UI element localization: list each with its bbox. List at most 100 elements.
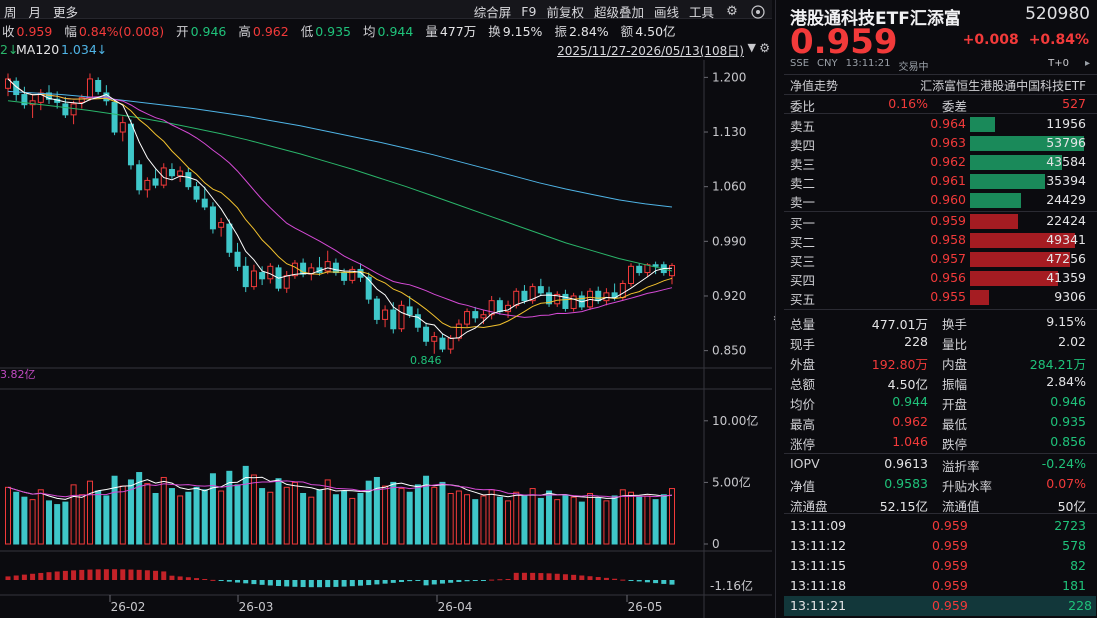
macd-bar: [71, 570, 77, 580]
macd-bar: [521, 572, 527, 580]
macd-bar: [456, 580, 462, 582]
toolbar-button-1[interactable]: F9: [521, 4, 536, 19]
stat-value: 2.02: [1058, 334, 1086, 349]
volume-bar: [250, 474, 257, 545]
period-tab-0[interactable]: 周: [4, 2, 17, 21]
range-dropdown-icon[interactable]: ▼: [748, 41, 756, 54]
quote-label: 振: [554, 23, 567, 39]
bid-volume-bar: [970, 290, 990, 305]
chart-area[interactable]: 1.200 1.130 1.060 0.990 0.920 0.850 10.00亿 5.00…: [0, 60, 772, 618]
stat-row: 外盘 192.80万 内盘 284.21万: [790, 353, 1090, 372]
quote-panel: 港股通科技ETF汇添富 520980 0.959 +0.008 +0.84% S…: [775, 0, 1097, 618]
indicator-settings-icon[interactable]: ⚙: [759, 41, 770, 55]
toolbar-button-4[interactable]: 画线: [654, 2, 679, 21]
stat-value: 0.9583: [884, 476, 928, 491]
tick-time: 13:11:18: [790, 578, 847, 593]
bid-volume: 9306: [1054, 289, 1086, 304]
candle-body: [62, 103, 69, 116]
volume-bar: [291, 481, 298, 545]
period-tab-2[interactable]: 更多: [53, 2, 78, 21]
price-tick-label: 1.200: [712, 70, 746, 84]
ma120-line: [7, 90, 673, 208]
ma20-line: [7, 78, 673, 318]
bid-row[interactable]: 买三 0.957 47256: [790, 250, 1090, 269]
ask-row[interactable]: 卖二 0.961 35394: [790, 172, 1090, 191]
toolbar-button-3[interactable]: 超级叠加: [594, 2, 644, 21]
macd-bar: [161, 571, 167, 580]
candle-body: [570, 295, 577, 309]
tick-row: 13:11:21 0.959 228: [784, 596, 1096, 616]
volume-tick-label: 10.00亿: [712, 413, 758, 428]
macd-bar: [546, 573, 552, 580]
candle-body: [513, 290, 520, 306]
quote-label: 开: [176, 23, 189, 39]
macd-bar: [177, 576, 183, 580]
volume-bar: [496, 496, 503, 545]
ma10-line: [7, 78, 673, 329]
macd-bar: [349, 580, 355, 587]
kline-chart[interactable]: 1.200 1.130 1.060 0.990 0.920 0.850 10.00亿 5.00…: [0, 60, 772, 618]
bid-row[interactable]: 买五 0.955 9306: [790, 288, 1090, 307]
ask-row[interactable]: 卖三 0.962 43584: [790, 153, 1090, 172]
volume-bar: [316, 489, 323, 545]
macd-bar: [562, 574, 568, 580]
volume-bar: [267, 491, 274, 545]
net-value-row[interactable]: 净值走势 汇添富恒生港股通中国科技ETF: [790, 76, 1090, 94]
ask-row[interactable]: 卖五 0.964 11956: [790, 115, 1090, 134]
period-tab-1[interactable]: 月: [29, 2, 42, 21]
gear-icon[interactable]: ⚙: [724, 4, 740, 19]
volume-bar: [414, 484, 421, 545]
macd-bar: [185, 577, 191, 580]
quote-item: 换 9.15%: [488, 21, 542, 40]
tick-time: 13:11:09: [790, 518, 847, 533]
candle-body: [619, 282, 626, 299]
macd-bar: [38, 572, 44, 580]
net-value-label[interactable]: 净值走势: [790, 77, 838, 94]
ask-row[interactable]: 卖一 0.960 24429: [790, 191, 1090, 210]
volume-bar: [382, 485, 389, 545]
macd-bar: [333, 580, 339, 587]
volume-bar: [357, 492, 364, 545]
stat-value: 0.962: [892, 414, 928, 429]
stat-value: 0.946: [1050, 394, 1086, 409]
ask-volume-bar: [970, 117, 996, 132]
toolbar-button-0[interactable]: 综合屏: [474, 2, 512, 21]
candle-body: [464, 311, 471, 325]
stat-label: IOPV: [790, 456, 820, 471]
volume-bar: [95, 490, 102, 545]
volume-bar: [595, 497, 602, 545]
macd-bar: [628, 580, 634, 581]
macd-bar: [357, 580, 363, 586]
quote-label: 换: [488, 23, 501, 39]
bid-price: 0.958: [930, 232, 966, 247]
ask-volume: 53796: [1046, 135, 1086, 150]
volume-bar: [45, 500, 52, 545]
bid-price: 0.957: [930, 251, 966, 266]
bid-volume-bar: [970, 214, 1018, 229]
price-change: +0.008 +0.84%: [963, 32, 1089, 48]
quote-value: 0.959: [16, 23, 53, 39]
stat-value: 0.07%: [1046, 476, 1086, 491]
ask-row[interactable]: 卖四 0.963 53796: [790, 134, 1090, 153]
toolbar-button-2[interactable]: 前复权: [546, 2, 584, 21]
ask-label: 卖五: [790, 119, 816, 134]
macd-bar: [341, 580, 347, 587]
bid-volume: 49341: [1046, 232, 1086, 247]
bid-row[interactable]: 买四 0.956 41359: [790, 269, 1090, 288]
settings-icon[interactable]: [750, 4, 766, 19]
macd-bar: [464, 580, 470, 582]
stat-row: 涨停 1.046 跌停 0.856: [790, 433, 1090, 452]
volume-bar: [513, 491, 520, 545]
bid-row[interactable]: 买二 0.958 49341: [790, 231, 1090, 250]
candle-body: [628, 265, 635, 284]
bid-row[interactable]: 买一 0.959 22424: [790, 212, 1090, 231]
macd-tick-label: -1.16亿: [710, 578, 753, 593]
volume-bar: [537, 497, 544, 545]
macd-bar: [62, 570, 68, 580]
chart-toolbar: 周月更多 综合屏 F9 前复权 超级叠加 画线 工具 ⚙: [0, 0, 772, 21]
stat-label: 换手: [942, 317, 968, 332]
ma-strip: 2↓ MA120 1.034↓ 2025/11/27-2026/05/13(10…: [0, 41, 772, 59]
toolbar-button-5[interactable]: 工具: [689, 2, 714, 21]
date-range[interactable]: 2025/11/27-2026/05/13(108日): [557, 42, 744, 59]
bid-price: 0.959: [930, 213, 966, 228]
